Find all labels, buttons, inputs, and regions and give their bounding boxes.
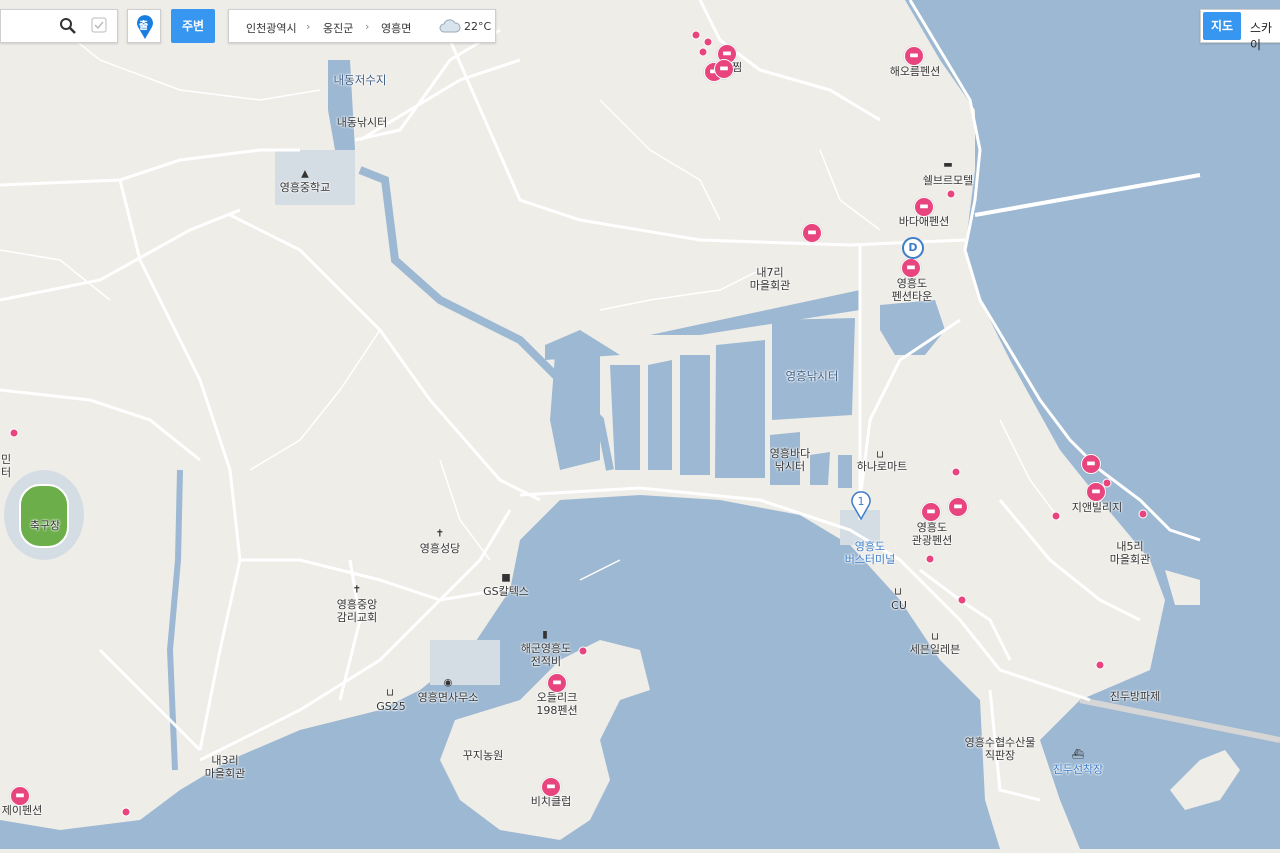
- label-mart[interactable]: 하나로마트: [857, 460, 908, 473]
- monument-icon: ▮: [542, 629, 548, 641]
- breadcrumb-county[interactable]: 옹진군: [323, 20, 353, 36]
- bed-icon: ▬: [943, 159, 953, 171]
- lodging-pin[interactable]: ▬: [10, 786, 30, 806]
- cloud-icon: [439, 19, 461, 33]
- label-monument[interactable]: 해군영흥도 전적비: [521, 642, 572, 668]
- cart-icon: ⊔: [876, 449, 884, 461]
- school-icon: ▲: [301, 168, 309, 180]
- search-icon[interactable]: [59, 17, 77, 35]
- lodging-pin[interactable]: ▬: [948, 497, 968, 517]
- ferry-icon: ⛴: [1071, 749, 1085, 761]
- label-school: 영흥중학교: [279, 181, 331, 194]
- poi-dot[interactable]: [578, 646, 588, 656]
- bus-marker-icon[interactable]: 1: [850, 490, 872, 520]
- label-pier[interactable]: 진두선착장: [1053, 763, 1104, 776]
- map-canvas[interactable]: 내동저수지 내동낚시터 ▲ 영흥중학교 해오름펜션 ▬ 쉘브르모텔 바다애펜션 …: [0, 0, 1280, 849]
- start-point-button[interactable]: 출: [127, 9, 161, 43]
- lodging-pin[interactable]: ▬: [541, 777, 561, 797]
- chevron-right-icon: ›: [306, 20, 311, 33]
- label-bus-terminal[interactable]: 영흥도 버스터미널: [845, 540, 896, 566]
- cart-icon: ⊔: [894, 586, 902, 598]
- label-cathedral[interactable]: 영흥성당: [420, 542, 460, 555]
- label-cu[interactable]: CU: [891, 599, 907, 612]
- poi-dot[interactable]: [1102, 478, 1112, 488]
- search-box[interactable]: [0, 9, 118, 43]
- poi-dot[interactable]: [703, 37, 713, 47]
- office-icon: ◉: [443, 677, 453, 689]
- poi-dot[interactable]: [951, 467, 961, 477]
- poi-dot[interactable]: [691, 30, 701, 40]
- bus-marker-number: 1: [858, 495, 865, 508]
- poi-dot[interactable]: [1138, 509, 1148, 519]
- label-cut-edge: 민 터: [0, 453, 12, 479]
- d-marker[interactable]: D: [902, 237, 924, 259]
- label-reservoir: 내동저수지: [333, 73, 387, 87]
- breadcrumb-city[interactable]: 인천광역시: [246, 20, 297, 36]
- breadcrumb-town[interactable]: 영흥면: [381, 20, 411, 36]
- lodging-pin[interactable]: ▬: [901, 258, 921, 278]
- cart-icon: ⊔: [386, 687, 394, 699]
- poi-dot[interactable]: [925, 554, 935, 564]
- church-icon: ✝: [352, 584, 362, 596]
- lodging-pin[interactable]: ▬: [1081, 454, 1101, 474]
- map-base: [0, 0, 1280, 849]
- chevron-right-icon: ›: [365, 20, 370, 33]
- label-pension-town[interactable]: 영흥도 펜션타운: [892, 277, 932, 303]
- map-type-switch[interactable]: 지도 스카이: [1200, 9, 1280, 52]
- poi-dot[interactable]: [1051, 511, 1061, 521]
- label-fish-market[interactable]: 영흥수협수산물 직판장: [965, 736, 1036, 762]
- label-gs25[interactable]: GS25: [376, 700, 406, 713]
- breadcrumb: 인천광역시 › 옹진군 › 영흥면 22°C: [228, 9, 496, 43]
- church-icon: ✝: [435, 528, 445, 540]
- checkbox-icon[interactable]: [91, 17, 107, 33]
- lodging-pin[interactable]: ▬: [714, 59, 734, 79]
- map-type-sky[interactable]: 스카이: [1250, 19, 1280, 53]
- label-gas-station[interactable]: GS칼텍스: [483, 585, 529, 598]
- around-button[interactable]: 주변: [171, 9, 215, 43]
- label-motel[interactable]: 쉘브르모텔: [923, 174, 974, 187]
- label-township-office[interactable]: 영흥면사무소: [418, 691, 479, 704]
- label-tour-pension[interactable]: 영흥도 관광펜션: [912, 521, 952, 547]
- label-village-hall-7[interactable]: 내7리 마을회관: [750, 266, 790, 292]
- label-j-pension[interactable]: 제이펜션: [2, 804, 42, 817]
- label-village[interactable]: 지앤빌리지: [1072, 501, 1123, 514]
- poi-dot[interactable]: [698, 47, 708, 57]
- lodging-pin[interactable]: ▬: [802, 223, 822, 243]
- weather-temp: 22°C: [464, 20, 492, 33]
- label-pension-198[interactable]: 오들리크 198펜션: [536, 691, 577, 717]
- poi-dot[interactable]: [946, 189, 956, 199]
- map-type-map[interactable]: 지도: [1203, 12, 1241, 40]
- label-pension-1[interactable]: 해오름펜션: [890, 65, 941, 78]
- label-seven-eleven[interactable]: 세븐일레븐: [910, 643, 961, 656]
- poi-dot[interactable]: [121, 807, 131, 817]
- lodging-pin[interactable]: ▬: [547, 673, 567, 693]
- label-village-hall-5[interactable]: 내5리 마을회관: [1110, 540, 1150, 566]
- label-sea-fishing[interactable]: 영흥바다 낚시터: [770, 447, 810, 473]
- poi-dot[interactable]: [9, 428, 19, 438]
- label-village-hall-3[interactable]: 내3리 마을회관: [205, 754, 245, 780]
- label-soccer-field: 축구장: [29, 519, 61, 532]
- lodging-pin[interactable]: ▬: [914, 197, 934, 217]
- lodging-pin[interactable]: ▬: [921, 502, 941, 522]
- label-breakwater: 진두방파제: [1109, 690, 1161, 703]
- label-church[interactable]: 영흥중앙 감리교회: [337, 598, 377, 624]
- poi-dot[interactable]: [957, 595, 967, 605]
- label-farm[interactable]: 꾸지농원: [463, 749, 503, 762]
- start-label: 출: [139, 21, 149, 32]
- label-fishing-pond: 영흥낚시터: [785, 369, 839, 383]
- label-fishing-spot: 내동낚시터: [336, 116, 388, 129]
- gas-station-icon: ■: [501, 572, 511, 584]
- poi-dot[interactable]: [1095, 660, 1105, 670]
- cart-icon: ⊔: [931, 631, 939, 643]
- lodging-pin[interactable]: ▬: [904, 46, 924, 66]
